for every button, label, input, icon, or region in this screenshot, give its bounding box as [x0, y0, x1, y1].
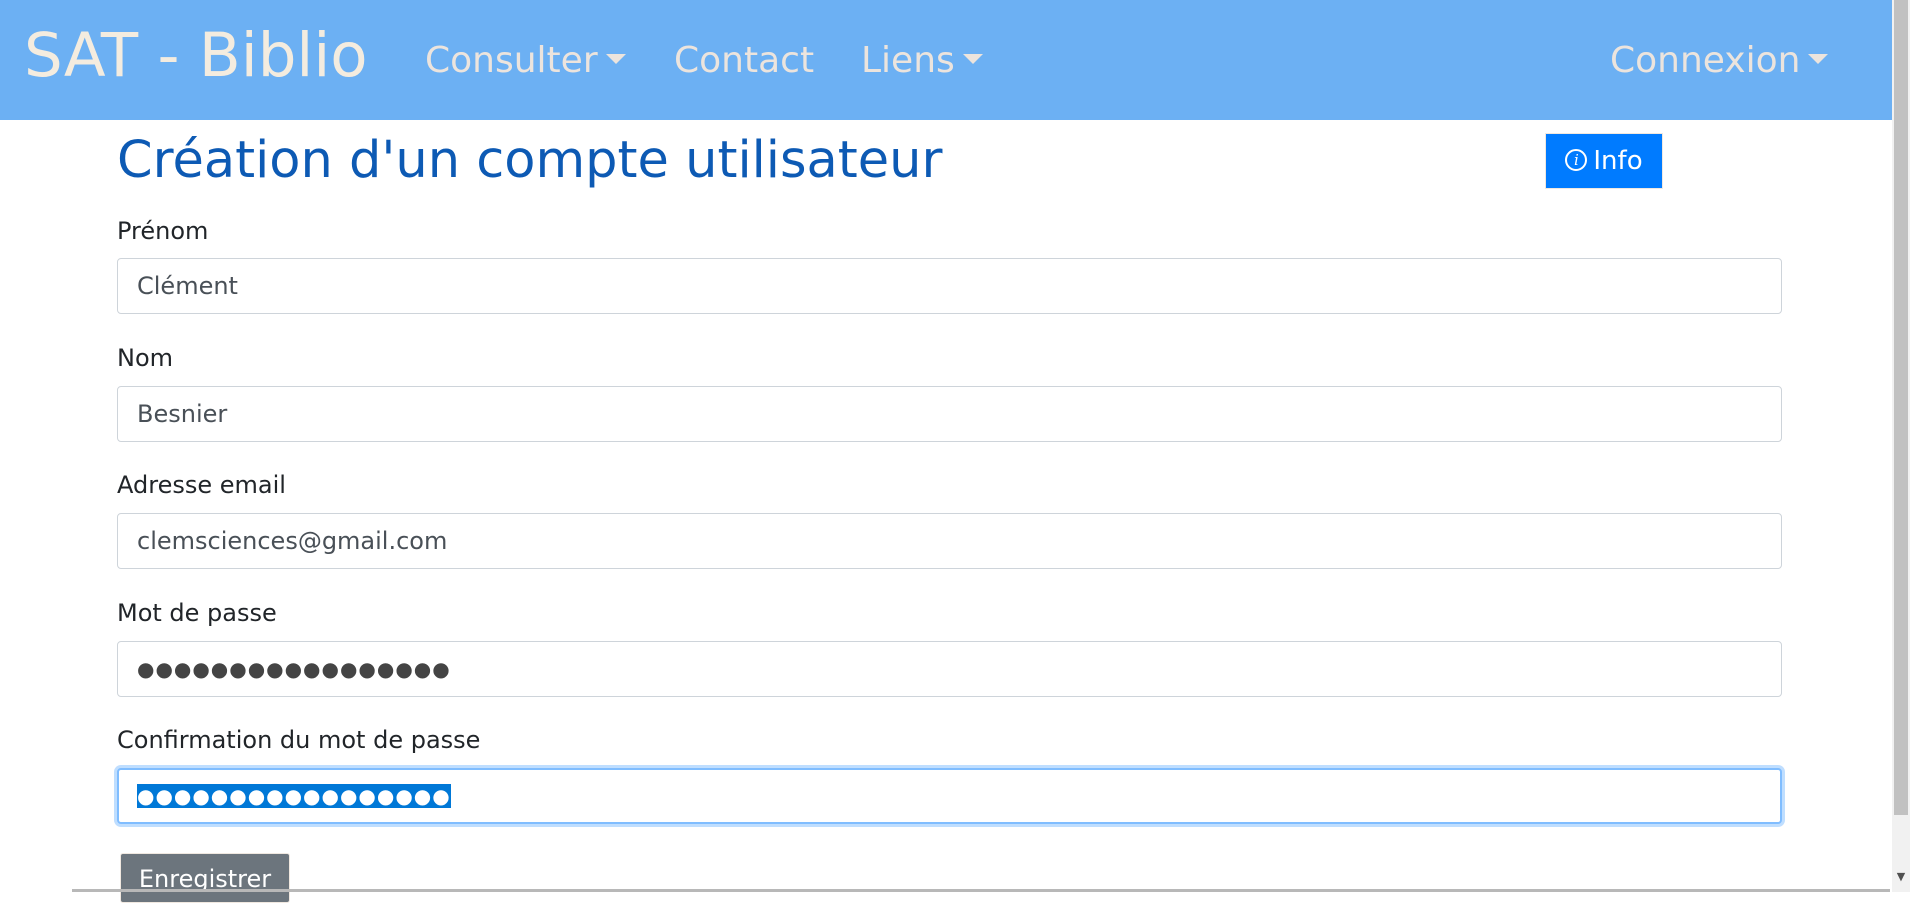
info-button-label: Info [1593, 146, 1643, 176]
last-name-input[interactable]: Besnier [117, 386, 1782, 442]
email-input[interactable]: clemsciences@gmail.com [117, 513, 1782, 569]
nav-liens-dropdown[interactable]: Liens [861, 36, 983, 86]
caret-down-icon [605, 54, 626, 64]
page-title: Création d'un compte utilisateur [117, 131, 943, 190]
nav-connexion-label: Connexion [1610, 40, 1801, 81]
top-navbar: SAT - Biblio Consulter Contact Liens Con… [0, 0, 1892, 120]
nav-contact-link[interactable]: Contact [674, 36, 814, 86]
info-button[interactable]: i Info [1545, 133, 1663, 189]
caret-down-icon [962, 54, 983, 64]
last-name-label: Nom [117, 344, 174, 372]
brand-logo[interactable]: SAT - Biblio [24, 18, 368, 94]
password-label: Mot de passe [117, 599, 277, 627]
nav-consulter-label: Consulter [425, 40, 598, 81]
nav-consulter-dropdown[interactable]: Consulter [425, 36, 626, 86]
save-button[interactable]: Enregistrer [120, 853, 290, 903]
password-confirm-input[interactable]: ●●●●●●●●●●●●●●●●● [117, 768, 1782, 824]
nav-contact-label: Contact [674, 40, 815, 81]
password-input[interactable]: ●●●●●●●●●●●●●●●●● [117, 641, 1782, 697]
nav-liens-label: Liens [861, 40, 955, 81]
first-name-input[interactable]: Clément [117, 258, 1782, 314]
password-confirm-label: Confirmation du mot de passe [117, 726, 481, 754]
info-icon: i [1565, 148, 1588, 171]
caret-down-icon [1808, 54, 1829, 64]
email-label: Adresse email [117, 471, 286, 499]
scrollbar-thumb[interactable] [1894, 0, 1908, 815]
selected-text: ●●●●●●●●●●●●●●●●● [137, 784, 451, 808]
first-name-label: Prénom [117, 217, 209, 245]
scroll-down-arrow-icon[interactable]: ▼ [1894, 866, 1908, 888]
nav-connexion-dropdown[interactable]: Connexion [1610, 36, 1829, 86]
